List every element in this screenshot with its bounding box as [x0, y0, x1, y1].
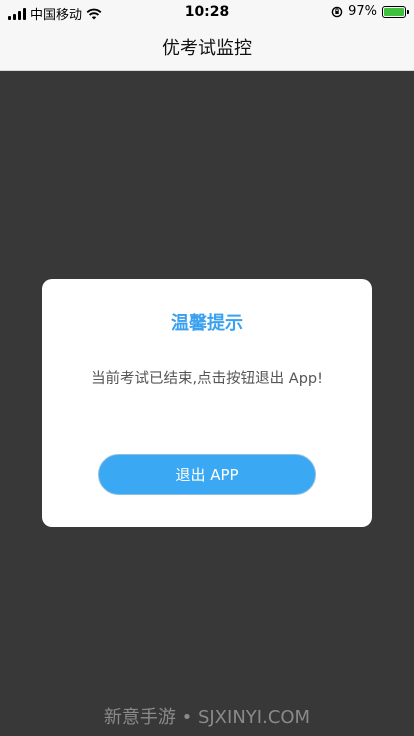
nav-bar: 优考试监控	[0, 24, 414, 71]
status-bar: 中国移动 10:28 97%	[0, 0, 414, 24]
battery-charging-icon	[382, 5, 409, 18]
page-title: 优考试监控	[162, 38, 252, 59]
dialog-message: 当前考试已结束,点击按钮退出 App!	[91, 371, 323, 387]
watermark: 新意手游 • SJXINYI.COM	[103, 707, 311, 728]
battery-percent: 97%	[348, 4, 377, 19]
orientation-lock-icon	[331, 6, 343, 17]
alert-dialog: 温馨提示 当前考试已结束,点击按钮退出 App! 退出 APP	[42, 279, 372, 527]
exit-app-button[interactable]: 退出 APP	[98, 454, 316, 495]
dialog-title: 温馨提示	[171, 313, 243, 334]
status-right: 97%	[331, 4, 409, 19]
